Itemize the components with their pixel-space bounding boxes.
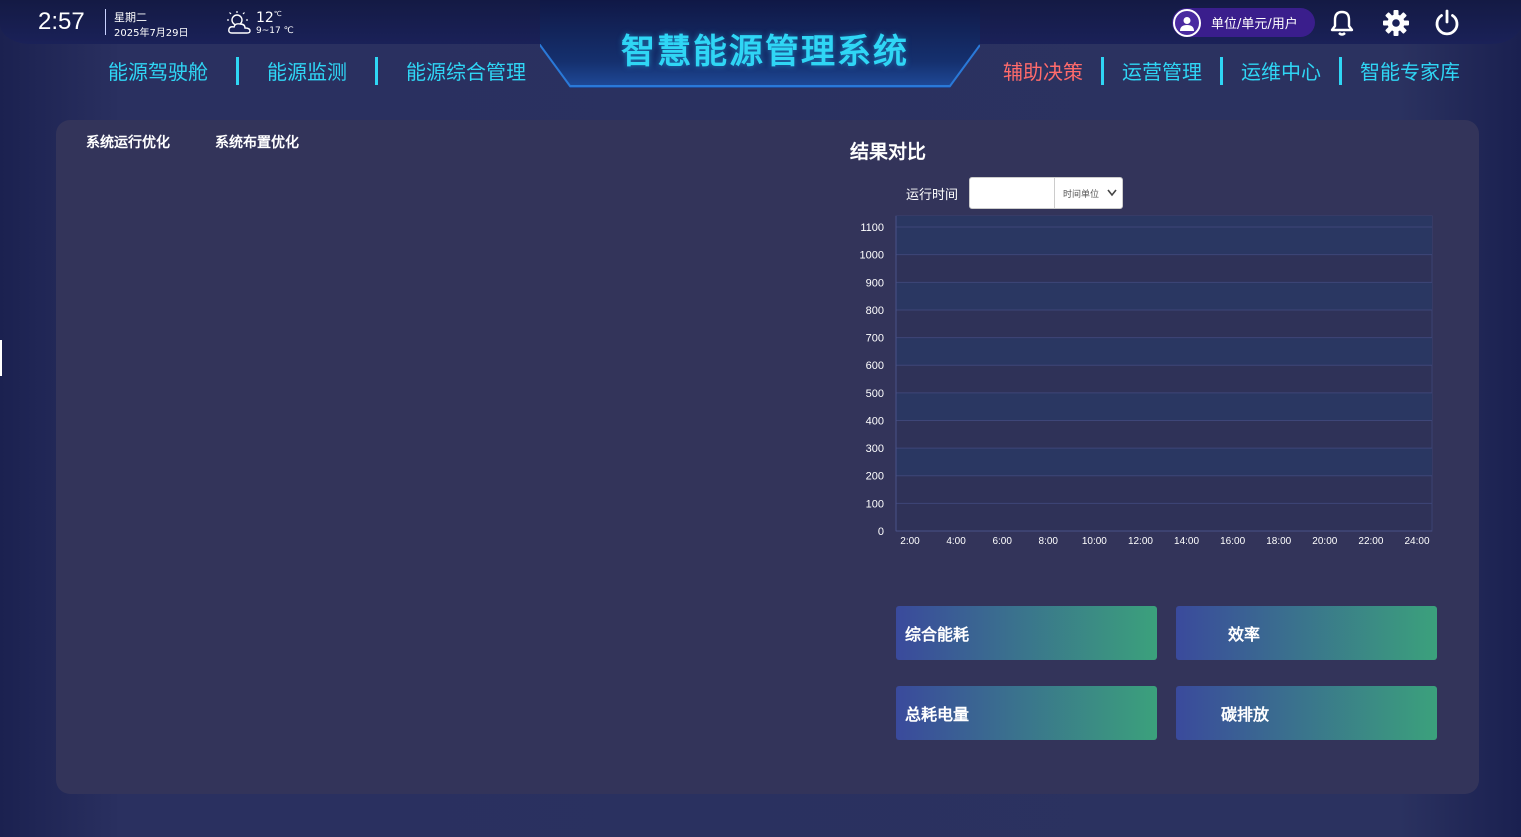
x-tick-label: 20:00 [1312,536,1337,547]
user-label: 单位/单元/用户 [1211,17,1298,32]
nav-item-expert-library[interactable]: 智能专家库 [1352,56,1468,85]
x-tick-label: 6:00 [992,536,1012,547]
date-label: 2025年7月29日 [114,28,189,39]
metric-label: 碳排放 [1221,705,1270,724]
top-header: 2:57 星期二 2025年7月29日 12℃ 9~17 ℃ 智慧能源管理系统 … [0,0,1521,100]
nav-item-maintenance-center[interactable]: 运维中心 [1233,56,1329,85]
bell-icon[interactable] [1327,8,1357,38]
nav-right: 辅助决策 运营管理 运维中心 智能专家库 [995,56,1468,85]
weekday-label: 星期二 [114,11,147,24]
metric-label: 效率 [1228,625,1261,644]
x-tick-label: 24:00 [1404,536,1429,547]
page-title: 智慧能源管理系统 [621,32,909,72]
y-tick-label: 400 [866,415,884,427]
clock-time: 2:57 [38,8,85,35]
chart-grid-band [896,216,1432,255]
side-drawer-handle[interactable] [0,340,2,376]
y-tick-label: 800 [866,305,884,317]
tab-system-operation-optimization[interactable]: 系统运行优化 [86,132,170,152]
nav-divider [1220,56,1223,85]
nav-divider [1101,56,1104,85]
gear-icon[interactable] [1381,8,1411,38]
metric-card-efficiency[interactable]: 效率 [1176,606,1437,660]
metric-card-comprehensive-energy[interactable]: 综合能耗 [896,606,1157,660]
temperature-unit: ℃ [273,10,282,18]
nav-left: 能源驾驶舱 能源监测 能源综合管理 [100,56,534,85]
nav-divider [1339,56,1342,85]
time-unit-select-label: 时间单位 [1063,189,1100,200]
metric-card-carbon-emission[interactable]: 碳排放 [1176,686,1437,740]
chart-grid-band [896,392,1432,421]
y-tick-label: 0 [878,526,884,538]
run-time-input[interactable] [969,177,1055,209]
y-tick-label: 100 [866,498,884,510]
y-tick-label: 1100 [860,222,884,234]
x-tick-label: 18:00 [1266,536,1291,547]
user-selector[interactable]: 单位/单元/用户 [1172,8,1315,37]
result-comparison-title: 结果对比 [850,141,927,163]
y-tick-label: 200 [866,471,884,483]
time-unit-select[interactable]: 时间单位 [1054,177,1123,209]
nav-item-energy-management[interactable]: 能源综合管理 [398,56,534,85]
user-icon [1173,8,1201,37]
temperature-range: 9~17 ℃ [256,26,294,36]
chevron-down-icon [1107,189,1117,197]
x-tick-label: 14:00 [1174,536,1199,547]
temperature-value: 12 [256,10,274,26]
y-tick-label: 300 [866,443,884,455]
tab-system-layout-optimization[interactable]: 系统布置优化 [215,132,299,152]
x-tick-label: 10:00 [1082,536,1107,547]
nav-item-decision-support[interactable]: 辅助决策 [995,56,1091,85]
x-tick-label: 2:00 [900,536,920,547]
chart-grid-band [896,337,1432,366]
x-tick-label: 22:00 [1358,536,1383,547]
nav-item-energy-cockpit[interactable]: 能源驾驶舱 [100,56,216,85]
y-tick-label: 900 [866,277,884,289]
chart-plot-area [895,215,1433,532]
chart-grid-band [896,448,1432,476]
y-tick-label: 700 [866,333,884,345]
x-tick-label: 4:00 [946,536,966,547]
temperature: 12℃ [256,10,282,26]
chart-grid-band [896,282,1432,310]
metric-card-total-power[interactable]: 总耗电量 [896,686,1157,740]
x-tick-label: 16:00 [1220,536,1245,547]
y-tick-label: 1000 [860,250,884,262]
metric-label: 总耗电量 [905,705,970,724]
nav-item-operations[interactable]: 运营管理 [1114,56,1210,85]
nav-divider [375,56,378,85]
y-tick-label: 600 [866,360,884,372]
clock-divider [105,9,106,35]
result-chart: 0 100 200 300 400 500 600 700 800 900 1000 1100 2:00… [860,215,1433,547]
partly-cloudy-icon [227,11,251,34]
y-tick-label: 500 [866,388,884,400]
metric-label: 综合能耗 [905,625,970,644]
main-panel: 系统运行优化 系统布置优化 结果对比 运行时间 时间单位 0 100 200 300 4… [56,120,1479,794]
run-time-label: 运行时间 [906,188,959,203]
nav-item-energy-monitoring[interactable]: 能源监测 [259,56,355,85]
nav-divider [236,56,239,85]
x-tick-label: 8:00 [1039,536,1059,547]
x-tick-label: 12:00 [1128,536,1153,547]
power-icon[interactable] [1432,8,1462,38]
